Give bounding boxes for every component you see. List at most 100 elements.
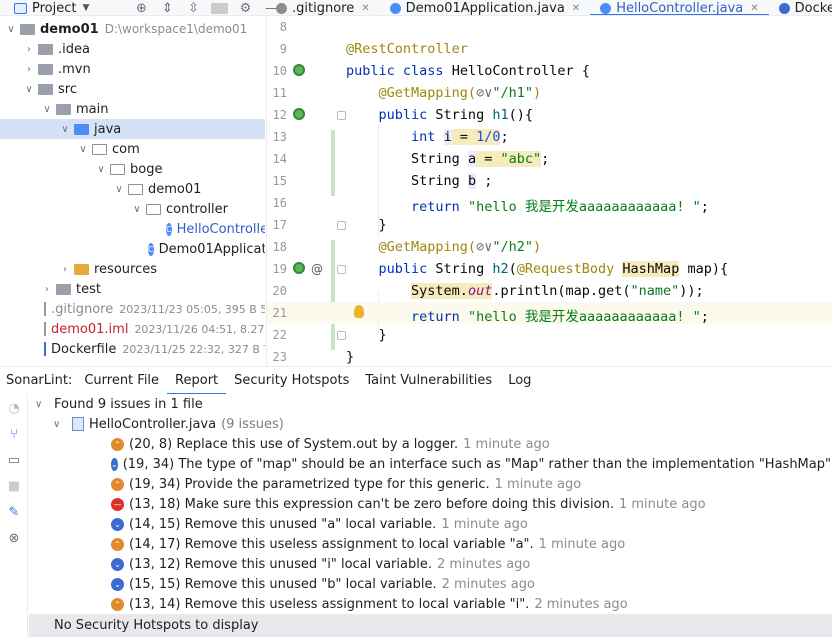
fold-marker-icon[interactable] xyxy=(337,221,346,230)
chevron-down-icon[interactable]: ∨ xyxy=(53,419,67,430)
sonarlint-tab[interactable]: Security Hotspots xyxy=(226,367,357,395)
issue-row[interactable]: ⌄ (13, 12) Remove this unused "i" local v… xyxy=(29,554,832,574)
code-token: String xyxy=(427,261,493,277)
code-token: ; xyxy=(700,199,709,215)
spring-endpoint-gutter-icon[interactable] xyxy=(293,108,305,120)
editor-tab[interactable]: Dockerfile✕ xyxy=(769,0,832,15)
chevron-down-icon[interactable]: ∨ xyxy=(4,24,18,35)
tree-item-idea[interactable]: › .idea xyxy=(0,39,265,59)
issue-location: (13, 18) xyxy=(129,496,181,512)
chevron-right-icon[interactable]: › xyxy=(58,264,72,275)
wrench-icon[interactable]: ✎ xyxy=(7,506,21,520)
sonarlint-tab[interactable]: Current File xyxy=(76,367,167,395)
code-editor[interactable]: 8 9 @RestController 10 public class Hell… xyxy=(266,16,832,366)
tree-item-gitignore[interactable]: .gitignore 2023/11/23 05:05, 395 B 5 m xyxy=(0,299,265,319)
tree-item-mvn[interactable]: › .mvn xyxy=(0,59,265,79)
chevron-down-icon[interactable]: ∨ xyxy=(35,399,49,410)
tree-item-java[interactable]: ∨ java xyxy=(0,119,265,139)
tree-item-demo01-package[interactable]: ∨ demo01 xyxy=(0,179,265,199)
sonarlint-tab[interactable]: Report xyxy=(167,367,227,395)
fold-marker-icon[interactable] xyxy=(337,111,346,120)
severity-icon: ⌃ xyxy=(111,477,124,491)
annotation: @GetMapping( xyxy=(378,85,477,101)
sonarlint-tab[interactable]: Taint Vulnerabilities xyxy=(357,367,500,395)
collapse-all-icon[interactable]: ⇳ xyxy=(185,1,202,16)
clear-icon[interactable]: ⊗ xyxy=(7,532,21,546)
chevron-right-icon[interactable]: › xyxy=(22,64,36,75)
editor-tab[interactable]: Demo01Application.java ✕ xyxy=(380,0,591,15)
close-icon[interactable]: ✕ xyxy=(361,3,369,14)
crosshair-icon[interactable]: ⊕ xyxy=(133,1,150,16)
fold-marker-icon[interactable] xyxy=(337,331,346,340)
sonarlint-tab[interactable]: Log xyxy=(500,367,539,395)
chevron-down-icon[interactable]: ∨ xyxy=(130,204,144,215)
folder-icon xyxy=(38,83,53,95)
stop-icon[interactable]: ■ xyxy=(7,480,21,494)
close-icon[interactable]: ✕ xyxy=(572,3,580,14)
code-line: 22 } xyxy=(267,324,832,346)
annotation: @GetMapping( xyxy=(378,239,477,255)
editor-tab[interactable]: .gitignore ✕ xyxy=(266,0,380,15)
issue-message: Provide the parametrized type for this g… xyxy=(184,476,490,492)
type-name: HashMap xyxy=(622,261,680,277)
editor-tabs: .gitignore ✕ Demo01Application.java ✕ HelloC… xyxy=(266,0,832,15)
sonarlint-issue-tree: ∨ Found 9 issues in 1 file ∨ HelloContro… xyxy=(29,394,832,614)
vcs-branch-icon[interactable]: ⑂ xyxy=(7,428,21,442)
issue-row[interactable]: ⌃ (13, 14) Remove this useless assignment… xyxy=(29,594,832,614)
tree-item-com[interactable]: ∨ com xyxy=(0,139,265,159)
tree-item-hellocontroller[interactable]: C HelloController xyxy=(0,219,265,239)
code-token: System. xyxy=(411,283,468,299)
editor-tab[interactable]: HelloController.java ✕ xyxy=(590,0,770,15)
spring-bean-gutter-icon[interactable] xyxy=(293,64,305,76)
spring-endpoint-gutter-icon[interactable] xyxy=(293,262,305,274)
issue-row[interactable]: ⌃ (19, 34) Provide the parametrized type … xyxy=(29,474,832,494)
severity-icon: ⌃ xyxy=(111,437,124,451)
chevron-down-icon[interactable]: ∨ xyxy=(94,164,108,175)
code-line: 15 String b ; xyxy=(267,170,832,192)
tree-item-demo01-root[interactable]: ∨ demo01 D:\workspace1\demo01 xyxy=(0,19,265,39)
tree-item-label: src xyxy=(58,81,77,97)
issues-summary-row[interactable]: ∨ Found 9 issues in 1 file xyxy=(29,394,832,414)
expand-all-icon[interactable]: ⇕ xyxy=(159,1,176,16)
code-token: String xyxy=(427,107,493,123)
method-name: h1 xyxy=(492,107,509,123)
issue-age: 2 minutes ago xyxy=(441,576,535,592)
folder-filter-icon[interactable]: ▭ xyxy=(7,454,21,468)
at-icon[interactable]: @ xyxy=(311,262,323,276)
issue-row[interactable]: ⌄ (14, 15) Remove this unused "a" local v… xyxy=(29,514,832,534)
chevron-down-icon[interactable]: ∨ xyxy=(22,84,36,95)
chevron-right-icon[interactable]: › xyxy=(22,44,36,55)
close-icon[interactable]: ✕ xyxy=(750,3,758,14)
tree-item-main[interactable]: ∨ main xyxy=(0,99,265,119)
issue-row[interactable]: ⌄ (15, 15) Remove this unused "b" local v… xyxy=(29,574,832,594)
tree-item-controller[interactable]: ∨ controller xyxy=(0,199,265,219)
tree-item-src[interactable]: ∨ src xyxy=(0,79,265,99)
tree-item-demo01application[interactable]: C Demo01Application xyxy=(0,239,265,259)
tree-item-resources[interactable]: › resources xyxy=(0,259,265,279)
chevron-down-icon[interactable]: ∨ xyxy=(58,124,72,135)
issue-row[interactable]: ⌄ (19, 34) The type of "map" should be an… xyxy=(29,454,832,474)
issue-row[interactable]: ⌃ (14, 17) Remove this useless assignment… xyxy=(29,534,832,554)
code-token: map){ xyxy=(679,261,729,277)
issue-file-row[interactable]: ∨ HelloController.java (9 issues) xyxy=(29,414,832,434)
tree-item-iml[interactable]: demo01.iml 2023/11/26 04:51, 8.27 kB xyxy=(0,319,265,339)
chevron-down-icon[interactable]: ∨ xyxy=(40,104,54,115)
code-text: System.out.println(map.get("name")); xyxy=(346,283,704,299)
issue-row[interactable]: ⌃ (20, 8) Replace this use of System.out … xyxy=(29,434,832,454)
issue-row[interactable]: — (13, 18) Make sure this expression can'… xyxy=(29,494,832,514)
chevron-right-icon[interactable]: › xyxy=(40,284,54,295)
project-icon xyxy=(14,2,27,14)
chevron-down-icon[interactable]: ∨ xyxy=(112,184,126,195)
unused-variable: i xyxy=(443,129,452,145)
tree-item-test[interactable]: › test xyxy=(0,279,265,299)
chevron-down-icon[interactable]: ∨ xyxy=(76,144,90,155)
fold-marker-icon[interactable] xyxy=(337,265,346,274)
issue-age: 1 minute ago xyxy=(463,436,550,452)
tree-item-dockerfile[interactable]: Dockerfile 2023/11/25 22:32, 327 B To xyxy=(0,339,265,359)
gear-icon[interactable]: ⚙ xyxy=(237,1,254,16)
issue-age: 1 minute ago xyxy=(441,516,528,532)
code-line: 18 @GetMapping(⊘∨"/h2") xyxy=(267,236,832,258)
refresh-icon[interactable]: ◔ xyxy=(7,402,21,416)
tree-item-boge[interactable]: ∨ boge xyxy=(0,159,265,179)
package-icon xyxy=(128,183,143,195)
